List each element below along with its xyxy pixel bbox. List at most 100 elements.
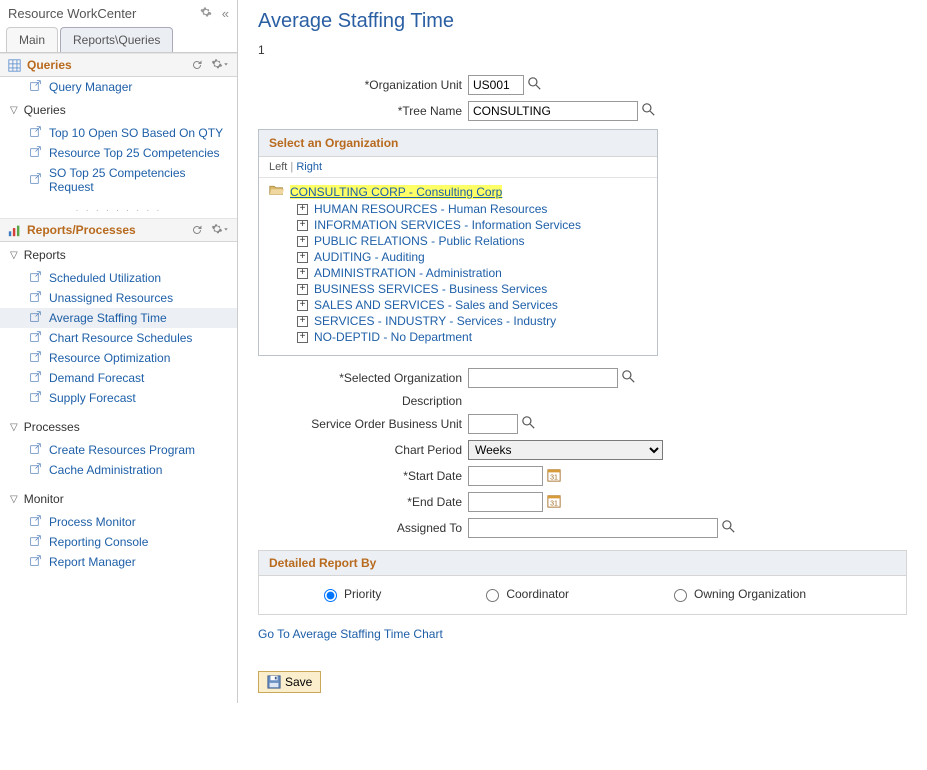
- chevron-down-icon[interactable]: ▽: [10, 105, 18, 116]
- sidebar-item-link[interactable]: Chart Resource Schedules: [49, 331, 192, 345]
- expand-icon[interactable]: +: [297, 284, 308, 295]
- radio-priority-input[interactable]: [324, 589, 337, 602]
- radio-owning-org-input[interactable]: [674, 589, 687, 602]
- chevron-down-icon[interactable]: ▽: [10, 422, 18, 433]
- sidebar-item[interactable]: Cache Administration: [0, 460, 237, 480]
- expand-icon[interactable]: +: [297, 204, 308, 215]
- radio-priority[interactable]: Priority: [319, 586, 381, 602]
- gear-icon[interactable]: [200, 6, 212, 21]
- expand-icon[interactable]: +: [297, 300, 308, 311]
- chart-period-select[interactable]: Weeks: [468, 440, 663, 460]
- tab-main[interactable]: Main: [6, 27, 58, 52]
- sidebar-item-link[interactable]: Report Manager: [49, 555, 136, 569]
- sidebar-item-link[interactable]: Scheduled Utilization: [49, 271, 161, 285]
- chevron-down-icon[interactable]: ▽: [10, 250, 18, 261]
- sidebar-item-link[interactable]: Demand Forecast: [49, 371, 144, 385]
- tree-child-link[interactable]: ADMINISTRATION - Administration: [314, 266, 502, 280]
- sidebar-item[interactable]: Resource Top 25 Competencies: [0, 143, 237, 163]
- expand-icon[interactable]: +: [297, 268, 308, 279]
- sidebar-item-link[interactable]: Resource Optimization: [49, 351, 170, 365]
- tree-child-link[interactable]: BUSINESS SERVICES - Business Services: [314, 282, 547, 296]
- section-header-reports: Reports/Processes: [0, 218, 237, 242]
- expand-icon[interactable]: +: [297, 332, 308, 343]
- tree-child-link[interactable]: SALES AND SERVICES - Sales and Services: [314, 298, 558, 312]
- end-date-input[interactable]: [468, 492, 543, 512]
- expand-icon[interactable]: +: [297, 220, 308, 231]
- assigned-to-input[interactable]: [468, 518, 718, 538]
- expand-icon[interactable]: +: [297, 316, 308, 327]
- tab-reports-queries[interactable]: Reports\Queries: [60, 27, 173, 52]
- sidebar-item[interactable]: Scheduled Utilization: [0, 268, 237, 288]
- link-query-manager[interactable]: Query Manager: [0, 77, 237, 97]
- sidebar-item[interactable]: Process Monitor: [0, 512, 237, 532]
- query-manager-link[interactable]: Query Manager: [49, 80, 132, 94]
- sidebar-item[interactable]: Top 10 Open SO Based On QTY: [0, 123, 237, 143]
- radio-coordinator[interactable]: Coordinator: [481, 586, 569, 602]
- lookup-icon[interactable]: [642, 103, 655, 119]
- sidebar-item-link[interactable]: Average Staffing Time: [49, 311, 167, 325]
- tree-child-link[interactable]: PUBLIC RELATIONS - Public Relations: [314, 234, 525, 248]
- org-unit-input[interactable]: [468, 75, 524, 95]
- calendar-icon[interactable]: 31: [547, 494, 561, 511]
- popout-icon: [30, 80, 41, 94]
- chevron-down-icon[interactable]: ▽: [10, 494, 18, 505]
- sidebar-item-link[interactable]: Process Monitor: [49, 515, 136, 529]
- tree-name-input[interactable]: [468, 101, 638, 121]
- sidebar-item-link[interactable]: Supply Forecast: [49, 391, 136, 405]
- tree-child-link[interactable]: NO-DEPTID - No Department: [314, 330, 472, 344]
- group-monitor[interactable]: ▽ Monitor: [0, 486, 237, 512]
- sidebar-item[interactable]: Supply Forecast: [0, 388, 237, 408]
- start-date-input[interactable]: [468, 466, 543, 486]
- pane-divider[interactable]: · · · · · · · · ·: [0, 203, 237, 218]
- tree-root-link[interactable]: CONSULTING CORP - Consulting Corp: [290, 185, 502, 199]
- tree-child-link[interactable]: SERVICES - INDUSTRY - Services - Industr…: [314, 314, 556, 328]
- save-button[interactable]: Save: [258, 671, 321, 693]
- radio-coordinator-input[interactable]: [486, 589, 499, 602]
- tree-child: + BUSINESS SERVICES - Business Services: [297, 281, 647, 297]
- tree-child-link[interactable]: AUDITING - Auditing: [314, 250, 425, 264]
- collapse-icon[interactable]: «: [222, 6, 229, 21]
- tree-child-link[interactable]: INFORMATION SERVICES - Information Servi…: [314, 218, 581, 232]
- expand-icon[interactable]: +: [297, 252, 308, 263]
- refresh-icon[interactable]: [191, 59, 203, 71]
- sidebar-item[interactable]: SO Top 25 Competencies Request: [0, 163, 237, 197]
- sidebar-item-link[interactable]: Create Resources Program: [49, 443, 195, 457]
- svg-text:31: 31: [550, 474, 558, 481]
- section-header-queries: Queries: [0, 53, 237, 77]
- sidebar-item-link[interactable]: Reporting Console: [49, 535, 148, 549]
- gear-dropdown-icon[interactable]: [211, 59, 229, 71]
- expand-icon[interactable]: +: [297, 236, 308, 247]
- sidebar-item[interactable]: Report Manager: [0, 552, 237, 572]
- goto-chart-link[interactable]: Go To Average Staffing Time Chart: [258, 627, 443, 641]
- group-processes[interactable]: ▽ Processes: [0, 414, 237, 440]
- lookup-icon[interactable]: [528, 77, 541, 93]
- selected-org-input[interactable]: [468, 368, 618, 388]
- sidebar-item-link[interactable]: Unassigned Resources: [49, 291, 173, 305]
- tree-child-link[interactable]: HUMAN RESOURCES - Human Resources: [314, 202, 547, 216]
- so-bu-input[interactable]: [468, 414, 518, 434]
- group-reports[interactable]: ▽ Reports: [0, 242, 237, 268]
- sidebar-item-link[interactable]: SO Top 25 Competencies Request: [49, 166, 229, 194]
- group-queries[interactable]: ▽ Queries: [0, 97, 237, 123]
- sidebar-item-link[interactable]: Resource Top 25 Competencies: [49, 146, 220, 160]
- lookup-icon[interactable]: [622, 370, 635, 386]
- popout-icon: [30, 331, 41, 345]
- lookup-icon[interactable]: [722, 520, 735, 536]
- sidebar-item[interactable]: Reporting Console: [0, 532, 237, 552]
- sidebar-item-link[interactable]: Cache Administration: [49, 463, 162, 477]
- sidebar-item[interactable]: Resource Optimization: [0, 348, 237, 368]
- save-button-label: Save: [285, 675, 312, 689]
- folder-open-icon[interactable]: [269, 184, 284, 199]
- sidebar-item[interactable]: Average Staffing Time: [0, 308, 237, 328]
- refresh-icon[interactable]: [191, 224, 203, 236]
- sidebar-item-link[interactable]: Top 10 Open SO Based On QTY: [49, 126, 223, 140]
- lookup-icon[interactable]: [522, 416, 535, 432]
- org-tab-right[interactable]: Right: [296, 161, 322, 173]
- sidebar-item[interactable]: Unassigned Resources: [0, 288, 237, 308]
- gear-dropdown-icon[interactable]: [211, 224, 229, 236]
- sidebar-item[interactable]: Demand Forecast: [0, 368, 237, 388]
- sidebar-item[interactable]: Chart Resource Schedules: [0, 328, 237, 348]
- calendar-icon[interactable]: 31: [547, 468, 561, 485]
- radio-owning-org[interactable]: Owning Organization: [669, 586, 806, 602]
- sidebar-item[interactable]: Create Resources Program: [0, 440, 237, 460]
